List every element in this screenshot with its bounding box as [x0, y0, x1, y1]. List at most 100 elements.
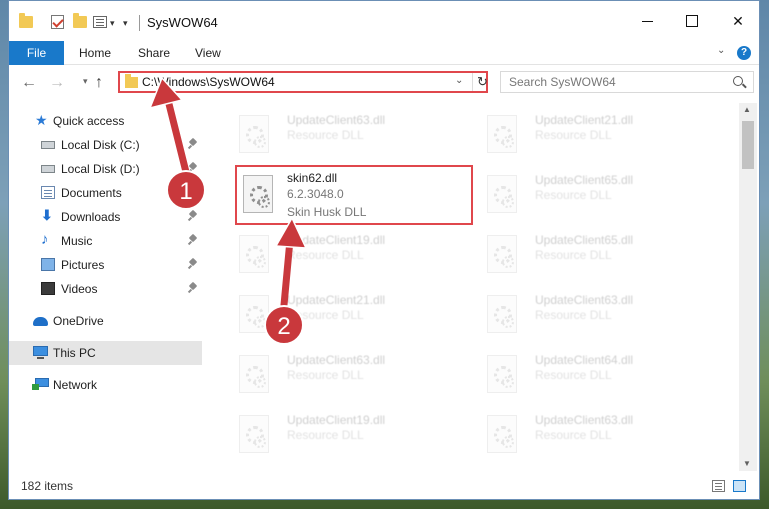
file-name: UpdateClient63.dll [535, 413, 634, 427]
computer-icon [33, 346, 48, 359]
maximize-button[interactable] [677, 9, 707, 33]
sidebar-item-videos[interactable]: Videos [9, 277, 202, 301]
pin-icon[interactable] [189, 283, 197, 293]
sidebar-item-this-pc[interactable]: This PC [9, 341, 202, 365]
file-list: UpdateClient63.dll Resource DLL skin62.d… [217, 103, 739, 471]
pin-icon[interactable] [189, 259, 197, 269]
dll-file-icon [487, 115, 517, 153]
title-bar: ▾ ▾ SysWOW64 ✕ [9, 1, 759, 41]
forward-button[interactable]: → [49, 74, 65, 92]
step-1-badge: 1 [166, 170, 206, 210]
file-tile-highlighted[interactable]: skin62.dll 6.2.3048.0 Skin Husk DLL [235, 165, 473, 225]
film-strip-icon [41, 282, 55, 295]
sidebar-item-label: This PC [53, 346, 96, 360]
details-view-icon[interactable] [712, 480, 725, 492]
file-name: skin62.dll [287, 171, 338, 185]
navigation-bar: ← → ▾ ↑ C:\Windows\SysWOW64 ⌄ ↻ Search S… [9, 66, 759, 101]
sidebar-item-network[interactable]: Network [9, 373, 202, 397]
sidebar-item-label: Videos [61, 282, 98, 296]
vertical-scrollbar[interactable]: ▲ ▼ [739, 103, 757, 471]
file-description: Resource DLL [535, 188, 612, 202]
sidebar-item-label: Local Disk (D:) [61, 162, 140, 176]
dll-file-icon [487, 355, 517, 393]
file-description: Resource DLL [535, 128, 612, 142]
documents-icon [41, 186, 55, 199]
file-description: Resource DLL [535, 308, 612, 322]
download-arrow-icon: ⬇ [41, 207, 53, 223]
sidebar-item-onedrive[interactable]: OneDrive [9, 309, 202, 333]
sidebar-item-quick-access[interactable]: ★ Quick access [9, 109, 202, 133]
pictures-icon [41, 258, 55, 271]
drive-icon [41, 141, 55, 149]
file-name: UpdateClient19.dll [287, 233, 386, 247]
pin-icon[interactable] [189, 139, 197, 149]
tab-share[interactable]: Share [138, 41, 170, 65]
dll-file-icon [487, 175, 517, 213]
tab-home[interactable]: Home [79, 41, 111, 65]
properties-check-icon[interactable] [51, 15, 64, 29]
help-icon[interactable]: ? [737, 46, 751, 60]
file-tile[interactable]: UpdateClient19.dll Resource DLL [229, 403, 469, 459]
ribbon-expand-chevron-icon[interactable]: ⌄ [717, 45, 725, 56]
dll-file-icon [487, 235, 517, 273]
new-folder-icon[interactable] [73, 13, 87, 28]
sidebar-item-music[interactable]: ♪ Music [9, 229, 202, 253]
file-name: UpdateClient65.dll [535, 173, 634, 187]
file-tile[interactable]: UpdateClient65.dll Resource DLL [477, 223, 717, 279]
file-tile[interactable]: UpdateClient21.dll Resource DLL [477, 103, 717, 159]
file-tile[interactable]: UpdateClient63.dll Resource DLL [477, 403, 717, 459]
search-input[interactable]: Search SysWOW64 [500, 71, 754, 93]
chevron-down-icon[interactable]: ▾ [110, 18, 115, 29]
dll-file-icon [239, 415, 269, 453]
file-tile[interactable]: UpdateClient19.dll Resource DLL [229, 223, 469, 279]
sidebar-item-local-disk-c[interactable]: Local Disk (C:) [9, 133, 202, 157]
up-button[interactable]: ↑ [95, 74, 103, 92]
item-count: 182 items [21, 479, 74, 493]
minimize-button[interactable] [633, 9, 663, 33]
drive-icon [41, 165, 55, 173]
sidebar-item-downloads[interactable]: ⬇ Downloads [9, 205, 202, 229]
pin-icon[interactable] [189, 211, 197, 221]
sidebar-item-label: Network [53, 378, 98, 392]
tab-view[interactable]: View [195, 41, 221, 65]
recent-locations-chevron-icon[interactable]: ▾ [83, 76, 88, 87]
tab-file[interactable]: File [9, 41, 64, 65]
sidebar-item-label: Local Disk (C:) [61, 138, 140, 152]
scroll-thumb[interactable] [742, 121, 754, 169]
file-tile[interactable]: UpdateClient63.dll Resource DLL [229, 343, 469, 399]
address-path[interactable]: C:\Windows\SysWOW64 [142, 75, 275, 89]
file-tile[interactable]: UpdateClient64.dll Resource DLL [477, 343, 717, 399]
window-title: SysWOW64 [147, 15, 218, 30]
address-dropdown-chevron-icon[interactable]: ⌄ [455, 75, 463, 86]
back-button[interactable]: ← [21, 74, 37, 92]
scroll-up-icon[interactable]: ▲ [743, 105, 751, 114]
file-name: UpdateClient64.dll [535, 353, 634, 367]
file-name: UpdateClient63.dll [287, 353, 386, 367]
file-tile[interactable]: UpdateClient63.dll Resource DLL [229, 103, 469, 159]
address-separator [472, 73, 473, 91]
status-bar: 182 items [9, 473, 759, 499]
title-separator [139, 15, 140, 31]
tiles-view-icon[interactable] [733, 480, 746, 492]
sidebar-item-pictures[interactable]: Pictures [9, 253, 202, 277]
address-bar[interactable]: C:\Windows\SysWOW64 ⌄ ↻ [118, 71, 488, 93]
explorer-window: ▾ ▾ SysWOW64 ✕ File Home Share View ⌄ ? … [8, 0, 760, 500]
pin-icon[interactable] [189, 235, 197, 245]
dll-file-icon [487, 415, 517, 453]
file-tile[interactable]: UpdateClient65.dll Resource DLL [477, 163, 717, 219]
file-tile[interactable]: UpdateClient63.dll Resource DLL [477, 283, 717, 339]
search-placeholder: Search SysWOW64 [509, 75, 616, 89]
scroll-down-icon[interactable]: ▼ [743, 459, 751, 468]
refresh-icon[interactable]: ↻ [477, 74, 488, 90]
folder-icon[interactable] [19, 13, 33, 28]
quick-access-customize-icon[interactable] [93, 16, 107, 28]
close-button[interactable]: ✕ [723, 9, 753, 33]
sidebar-item-label: Quick access [53, 114, 125, 128]
file-description: Resource DLL [535, 368, 612, 382]
search-icon[interactable] [733, 76, 743, 86]
quick-access-toolbar-dropdown-icon[interactable]: ▾ [123, 18, 128, 29]
sidebar-item-label: Downloads [61, 210, 121, 224]
file-version: 6.2.3048.0 [287, 187, 344, 201]
sidebar-item-label: OneDrive [53, 314, 104, 328]
dll-file-icon [487, 295, 517, 333]
